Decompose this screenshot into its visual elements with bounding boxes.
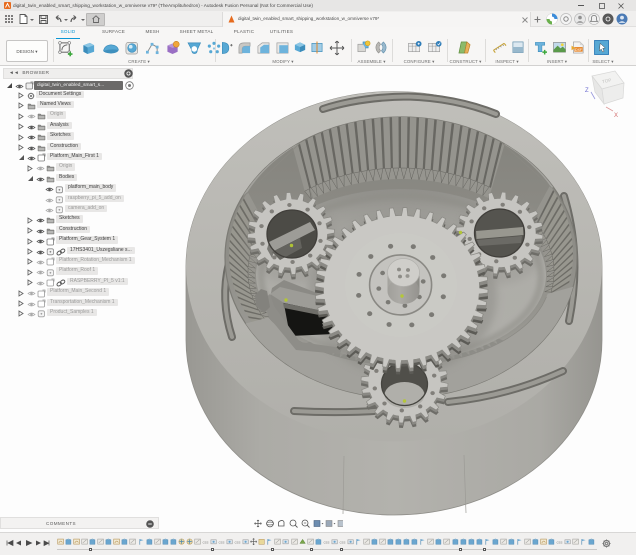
svg-text:css: css	[557, 539, 563, 544]
svg-text:css: css	[235, 539, 241, 544]
svg-text:css: css	[339, 539, 345, 544]
svg-text:Z: Z	[585, 88, 589, 94]
svg-text:X: X	[614, 113, 618, 119]
svg-text:css: css	[202, 539, 208, 544]
svg-text:css: css	[323, 539, 329, 544]
svg-text:css: css	[218, 539, 224, 544]
